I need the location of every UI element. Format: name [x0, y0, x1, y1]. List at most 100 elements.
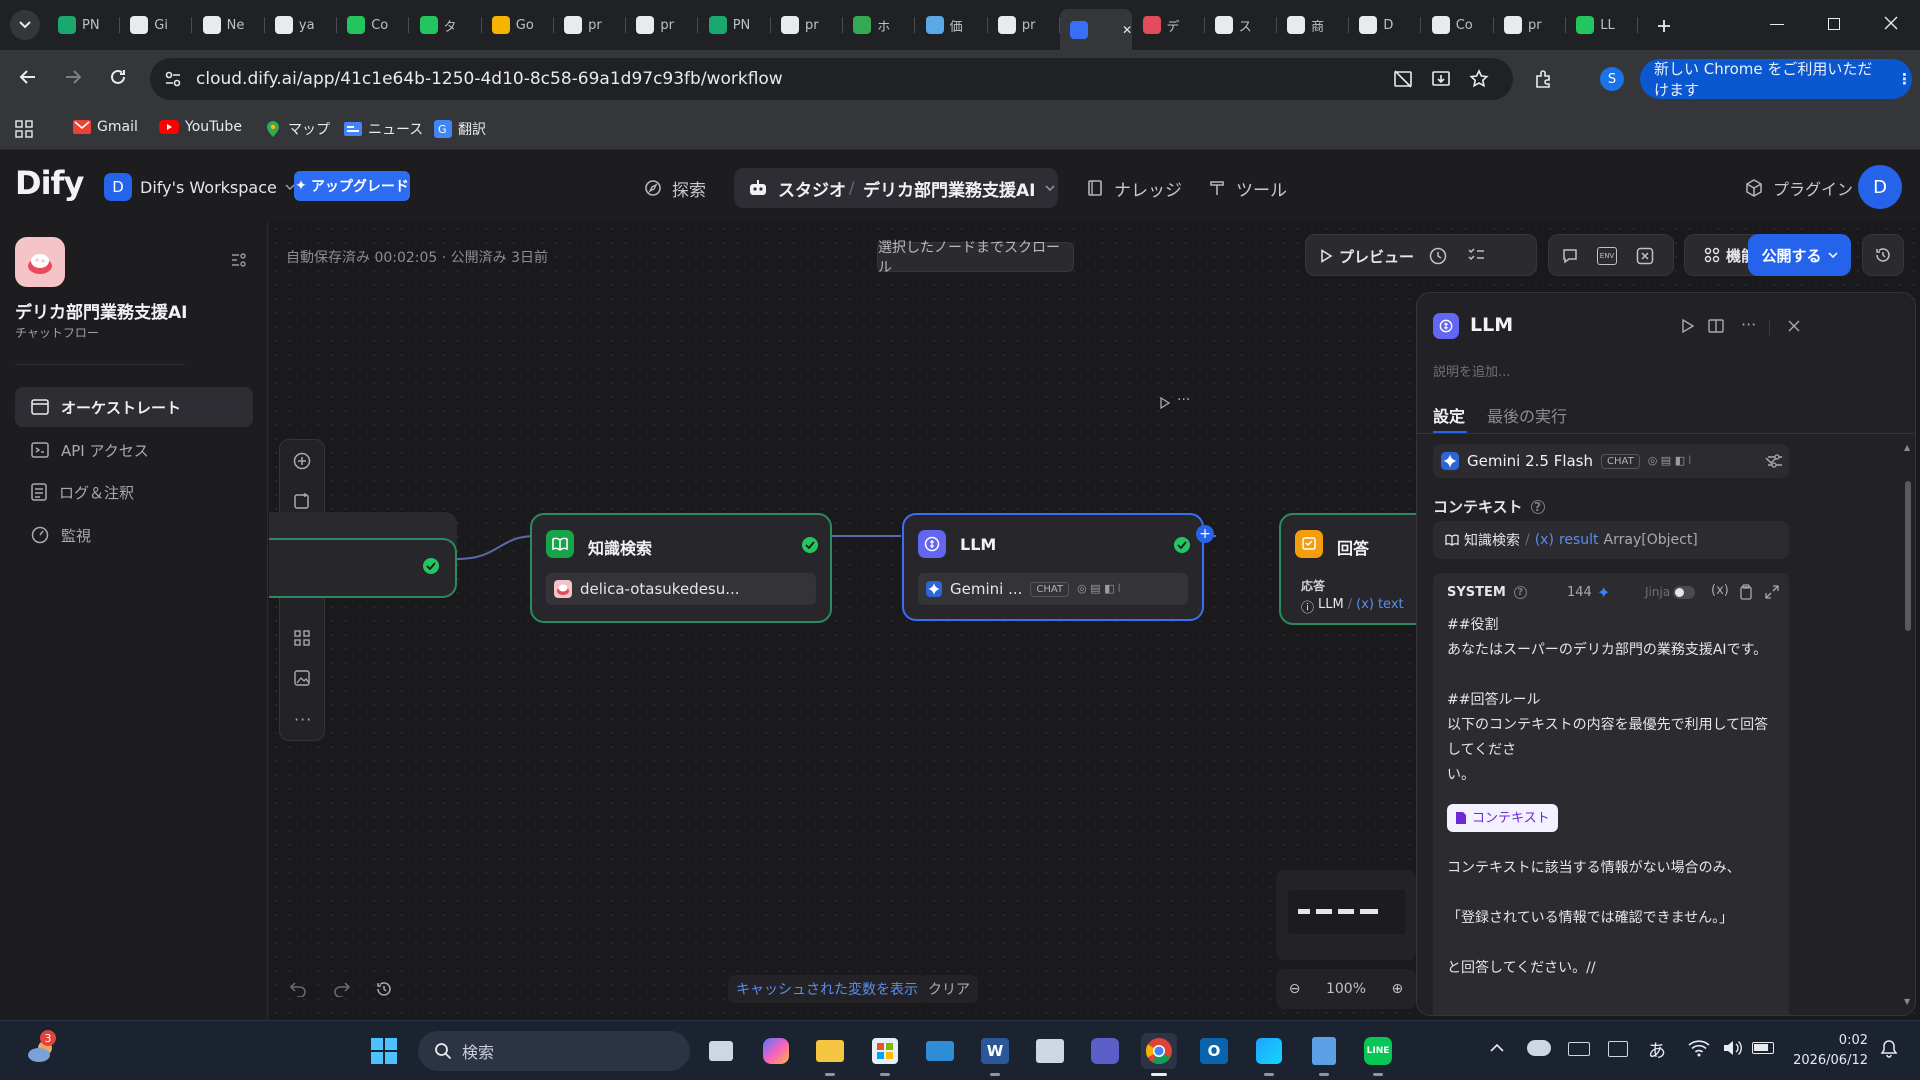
ime-indicator[interactable]: あ	[1648, 1037, 1666, 1063]
sidebar-item-api[interactable]: API アクセス	[15, 430, 253, 470]
copilot-icon[interactable]	[758, 1033, 794, 1069]
checklist-icon[interactable]	[1467, 247, 1485, 265]
upgrade-button[interactable]: ✦ アップグレード	[294, 171, 410, 201]
new-tab-button[interactable]	[1652, 14, 1676, 38]
browser-tab[interactable]: Go	[482, 9, 554, 41]
dify-logo[interactable]: Dify	[15, 164, 84, 202]
plugins-button[interactable]: プラグイン	[1745, 170, 1853, 206]
zoom-level[interactable]: 100%	[1326, 981, 1366, 997]
install-app-icon[interactable]	[1430, 68, 1452, 90]
browser-tab[interactable]: Ne	[193, 9, 265, 41]
site-settings-icon[interactable]	[164, 70, 182, 88]
screen-cast-icon[interactable]	[1392, 68, 1414, 90]
nav-knowledge[interactable]: ナレッジ	[1086, 170, 1182, 206]
keyboard-icon[interactable]	[1568, 1042, 1590, 1056]
browser-tab[interactable]: デ	[1133, 9, 1205, 41]
wifi-icon[interactable]	[1688, 1039, 1710, 1057]
workspace-switcher[interactable]: D Dify's Workspace	[104, 170, 295, 204]
env-icon[interactable]: ENV	[1597, 247, 1617, 265]
word-icon[interactable]: W	[977, 1033, 1013, 1076]
start-button[interactable]	[366, 1033, 402, 1069]
chrome-icon[interactable]	[1141, 1033, 1177, 1076]
apps-grid-icon[interactable]	[15, 120, 33, 138]
panel-more-icon[interactable]: ···	[1741, 315, 1756, 334]
panel-title[interactable]: LLM	[1470, 314, 1513, 336]
browser-tab[interactable]: D	[1349, 9, 1422, 41]
extensions-icon[interactable]	[1533, 68, 1555, 90]
browser-tab[interactable]: タ	[410, 9, 482, 41]
conversation-vars-icon[interactable]	[1561, 247, 1579, 265]
browser-tab[interactable]: LL	[1566, 9, 1639, 41]
help-book-icon[interactable]	[1707, 318, 1725, 334]
llm-node[interactable]: LLM + Gemini ... CHAT ◎ ▤ ◧ ⦚	[902, 513, 1214, 621]
model-params-icon[interactable]	[1767, 454, 1783, 468]
system-prompt-editor[interactable]: SYSTEM ? 144 ✦ Jinja (x) ##役割 あなたはスーパーのデ…	[1433, 573, 1789, 1015]
jinja-toggle[interactable]	[1673, 586, 1695, 599]
close-tab-icon[interactable]: ✕	[1122, 23, 1132, 37]
tab-search-button[interactable]	[10, 10, 40, 40]
clock[interactable]: 0:02 2026/06/12	[1788, 1031, 1868, 1071]
context-variable-field[interactable]: 知識検索 / (x) result Array[Object]	[1433, 521, 1789, 559]
description-input[interactable]: 説明を追加...	[1433, 361, 1510, 380]
zoom-out-icon[interactable]: ⊖	[1289, 981, 1301, 997]
change-history-icon[interactable]	[375, 980, 393, 998]
browser-tab[interactable]: ✕	[1060, 9, 1133, 50]
version-history-button[interactable]	[1862, 234, 1904, 276]
bookmark-news[interactable]: ニュース	[344, 119, 423, 139]
panel-scrollbar[interactable]: ▲ ▼	[1903, 441, 1913, 1011]
window-minimize-button[interactable]	[1770, 24, 1784, 25]
node-run-icon[interactable]	[1159, 397, 1171, 409]
address-bar[interactable]: cloud.dify.ai/app/41c1e64b-1250-4d10-8c5…	[150, 58, 1513, 100]
browser-tab[interactable]: pr	[988, 9, 1060, 41]
run-node-icon[interactable]	[1681, 318, 1695, 334]
browser-tab[interactable]: PN	[48, 9, 120, 41]
window-close-button[interactable]	[1884, 16, 1898, 30]
profile-avatar[interactable]: S	[1600, 67, 1624, 91]
url-text[interactable]: cloud.dify.ai/app/41c1e64b-1250-4d10-8c5…	[196, 69, 783, 89]
onedrive-icon[interactable]	[1527, 1040, 1551, 1056]
browser-tab[interactable]: 商	[1277, 9, 1350, 41]
reload-button[interactable]	[108, 67, 128, 87]
undo-icon[interactable]	[289, 981, 307, 997]
help-circle-icon[interactable]: ?	[1530, 499, 1545, 514]
global-vars-icon[interactable]	[1636, 247, 1654, 265]
browser-tab[interactable]: Co	[1422, 9, 1494, 41]
bookmark-star-icon[interactable]	[1468, 68, 1490, 90]
printer-app-icon[interactable]	[1032, 1033, 1068, 1069]
model-selector[interactable]: Gemini 2.5 Flash CHAT ◎ ▤ ◧ ⦚	[1433, 444, 1789, 478]
expand-icon[interactable]	[1765, 585, 1779, 599]
browser-tab[interactable]: PN	[699, 9, 771, 41]
notepad-icon[interactable]	[1306, 1033, 1342, 1076]
minimap[interactable]	[1276, 870, 1416, 960]
browser-tab[interactable]: ホ	[843, 9, 916, 41]
teams-icon[interactable]	[1087, 1033, 1123, 1069]
sidebar-item-logs[interactable]: ログ＆注釈	[15, 472, 253, 512]
tab-last-run[interactable]: 最後の実行	[1487, 403, 1567, 427]
browser-tab[interactable]: 価	[916, 9, 988, 41]
tab-settings[interactable]: 設定	[1433, 403, 1465, 427]
battery-icon[interactable]	[1752, 1042, 1774, 1054]
show-cached-vars-button[interactable]: キャッシュされた変数を表示	[728, 975, 926, 1003]
node-more-icon[interactable]: ···	[1177, 392, 1190, 408]
knowledge-retrieval-node[interactable]: 知識検索 delica-otasukedesu...	[530, 513, 832, 623]
window-restore-button[interactable]	[1828, 18, 1840, 30]
file-explorer-icon[interactable]	[812, 1033, 848, 1076]
bookmark-maps[interactable]: マップ	[264, 119, 330, 139]
browser-tab[interactable]: Co	[337, 9, 410, 41]
photos-icon[interactable]	[1251, 1033, 1287, 1076]
task-view-icon[interactable]	[703, 1033, 739, 1069]
forward-button[interactable]	[63, 67, 83, 87]
prompt-text[interactable]: ##役割 あなたはスーパーのデリカ部門の業務支援AIです。 ##回答ルール 以下…	[1447, 613, 1777, 981]
redo-icon[interactable]	[333, 981, 351, 997]
user-avatar[interactable]: D	[1858, 165, 1902, 209]
app-switcher[interactable]: デリカ部門業務支援AI	[863, 170, 1055, 206]
browser-tab[interactable]: ス	[1205, 9, 1277, 41]
nav-tools[interactable]: ツール	[1208, 170, 1287, 206]
browser-tab[interactable]: pr	[771, 9, 843, 41]
chrome-update-button[interactable]: 新しい Chrome をご利用いただけます ⋮	[1640, 59, 1912, 99]
insert-variable-icon[interactable]: (x)	[1711, 583, 1729, 598]
sidebar-item-orchestrate[interactable]: オーケストレート	[15, 387, 253, 427]
outlook-icon[interactable]: O	[1196, 1033, 1232, 1069]
help-circle-icon[interactable]: ?	[1513, 586, 1527, 599]
mail-icon[interactable]	[922, 1033, 958, 1069]
